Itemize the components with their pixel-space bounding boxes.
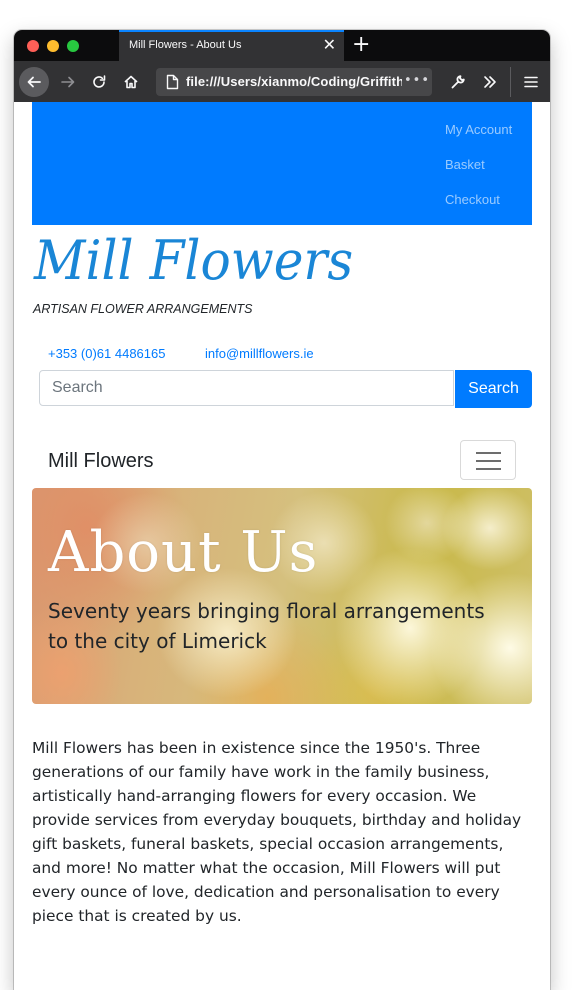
browser-tab[interactable]: Mill Flowers - About Us ✕ bbox=[119, 30, 344, 61]
browser-window: Mill Flowers - About Us ✕ + file:///User… bbox=[14, 30, 550, 990]
brand-logo[interactable]: Mill Flowers bbox=[34, 228, 353, 294]
my-account-link[interactable]: My Account bbox=[445, 122, 512, 137]
tagline: ARTISAN FLOWER ARRANGEMENTS bbox=[33, 302, 253, 316]
toolbar-separator bbox=[510, 67, 511, 97]
web-page: My Account Basket Checkout Mill Flowers … bbox=[14, 102, 550, 990]
app-menu-button[interactable] bbox=[517, 68, 545, 96]
hero-title: About Us bbox=[48, 520, 319, 585]
forward-button[interactable] bbox=[54, 68, 82, 96]
hero-subtitle: Seventy years bringing floral arrangemen… bbox=[48, 599, 485, 653]
email-link[interactable]: info@millflowers.ie bbox=[205, 346, 314, 361]
url-bar[interactable]: file:///Users/xianmo/Coding/Griffith ••• bbox=[156, 68, 432, 96]
overflow-button[interactable] bbox=[476, 68, 504, 96]
tab-title: Mill Flowers - About Us bbox=[129, 39, 242, 51]
new-tab-button[interactable]: + bbox=[352, 32, 370, 58]
account-top-bar: My Account Basket Checkout bbox=[32, 102, 532, 225]
minimize-window-button[interactable] bbox=[47, 40, 59, 52]
wrench-icon bbox=[451, 75, 465, 89]
checkout-link[interactable]: Checkout bbox=[445, 192, 500, 207]
browser-toolbar: file:///Users/xianmo/Coding/Griffith ••• bbox=[14, 61, 550, 102]
home-button[interactable] bbox=[117, 68, 145, 96]
forward-arrow-icon bbox=[61, 76, 75, 88]
zoom-window-button[interactable] bbox=[67, 40, 79, 52]
page-icon bbox=[166, 74, 179, 90]
toggler-line bbox=[476, 468, 501, 470]
search-button[interactable]: Search bbox=[455, 370, 532, 408]
navbar-toggler-button[interactable] bbox=[460, 440, 516, 480]
title-bar: Mill Flowers - About Us ✕ + bbox=[14, 30, 550, 61]
tab-close-icon[interactable]: ✕ bbox=[323, 36, 336, 54]
hamburger-menu-icon bbox=[524, 76, 538, 88]
overflow-chevron-icon bbox=[484, 76, 496, 88]
reload-button[interactable] bbox=[85, 68, 113, 96]
reload-icon bbox=[93, 75, 106, 88]
url-text: file:///Users/xianmo/Coding/Griffith bbox=[186, 74, 405, 89]
page-actions-button[interactable]: ••• bbox=[402, 68, 432, 96]
home-icon bbox=[124, 75, 138, 89]
hero-banner: About Us Seventy years bringing floral a… bbox=[32, 488, 532, 704]
basket-link[interactable]: Basket bbox=[445, 157, 485, 172]
back-button[interactable] bbox=[19, 67, 49, 97]
back-arrow-icon bbox=[27, 76, 41, 88]
search-input[interactable] bbox=[39, 370, 454, 406]
toggler-line bbox=[476, 452, 501, 454]
toggler-line bbox=[476, 460, 501, 462]
wrench-button[interactable] bbox=[444, 68, 472, 96]
close-window-button[interactable] bbox=[27, 40, 39, 52]
phone-link[interactable]: +353 (0)61 4486165 bbox=[48, 346, 165, 361]
navbar-brand[interactable]: Mill Flowers bbox=[48, 450, 154, 473]
about-paragraph: Mill Flowers has been in existence since… bbox=[32, 739, 522, 925]
